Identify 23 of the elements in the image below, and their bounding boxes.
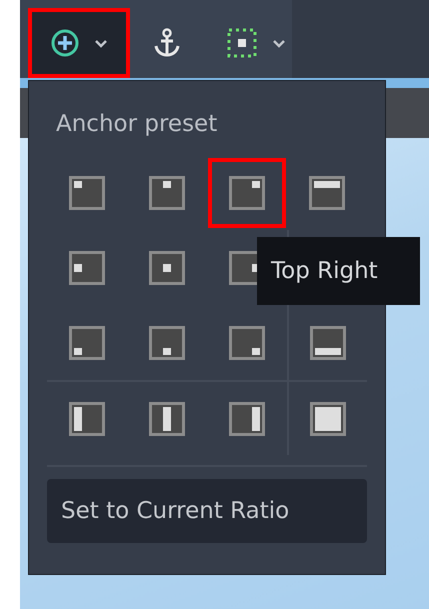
anchor-preset-icon (149, 176, 185, 210)
anchor-preset-button[interactable] (28, 8, 130, 78)
anchor-icon (152, 27, 182, 59)
popup-title: Anchor preset (56, 111, 218, 137)
anchor-circle-icon (50, 28, 80, 58)
anchor-preset-icon (229, 176, 265, 210)
anchor-preset-icon (69, 250, 105, 284)
chevron-icon (94, 38, 108, 48)
anchor-preset-icon (229, 402, 265, 436)
anchor-preset-icon (69, 326, 105, 360)
anchor-preset-icon (149, 326, 185, 360)
set-ratio-button[interactable]: Set to Current Ratio (47, 479, 367, 543)
dotted-square-icon (226, 27, 258, 59)
anchor-preset-icon (69, 176, 105, 210)
anchor-preset-icon (149, 250, 185, 284)
anchor-preset-icon (310, 402, 346, 436)
chevron-icon (272, 38, 286, 48)
tooltip: Top Right (257, 237, 420, 305)
anchor-preset-icon (310, 326, 346, 360)
anchor-preset-icon (229, 326, 265, 360)
anchor-preset-icon (69, 402, 105, 436)
anchor-preset-icon (149, 402, 185, 436)
anchor-preset-icon (309, 176, 345, 210)
